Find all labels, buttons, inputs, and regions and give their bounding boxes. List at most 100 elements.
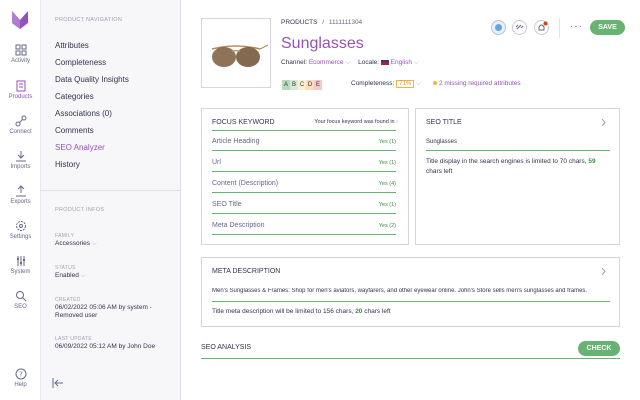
nav-activity[interactable]: Activity (0, 44, 41, 76)
nav-settings[interactable]: Settings (0, 220, 41, 252)
focus-row-result: Yes (4) (378, 181, 396, 187)
status-select[interactable]: Enabled ⌵ (55, 272, 173, 280)
nav-imports-label: Imports (10, 164, 31, 170)
locale-select[interactable]: English ⌵ (380, 59, 419, 66)
link-button[interactable] (512, 20, 527, 35)
seo-title-card: SEO TITLE Sunglasses Title display in th… (415, 108, 620, 245)
nav-products[interactable]: Products (0, 80, 41, 112)
seo-title-note-suffix: chars left (426, 168, 453, 175)
warning-dot-icon (433, 81, 437, 85)
locale-label: Locale: (358, 59, 380, 66)
seo-title-input[interactable]: Sunglasses (426, 139, 457, 145)
focus-row-label: Article Heading (212, 138, 260, 145)
grade-a: A (282, 80, 290, 90)
help-icon: ? (15, 368, 26, 380)
chevron-down-icon: ⌵ (91, 240, 97, 247)
sunglasses-image (211, 44, 269, 67)
family-select[interactable]: Accessories ⌵ (55, 240, 173, 248)
panel-link-categories[interactable]: Categories (55, 92, 94, 101)
save-button[interactable]: SAVE (590, 20, 625, 35)
seo-title-note-prefix: Title display in the search engines is l… (426, 158, 587, 165)
app-logo (12, 11, 28, 29)
focus-row-result: Yes (1) (378, 160, 396, 166)
focus-row: Content (Description) Yes (4) (212, 180, 396, 193)
nav-seo-label: SEO (14, 304, 27, 310)
nav-exports-label: Exports (10, 199, 31, 205)
export-icon (15, 185, 26, 197)
chevron-right-icon[interactable]: › (396, 119, 398, 125)
completeness-badge: 71% (396, 80, 415, 88)
missing-attributes-link[interactable]: 2 missing required attributes (433, 80, 521, 87)
chevron-right-icon[interactable] (600, 268, 607, 275)
channel-select[interactable]: Ecommerce ⌵ (309, 59, 350, 66)
chevron-right-icon[interactable] (600, 119, 607, 126)
quality-score-button[interactable] (491, 20, 506, 35)
seo-analysis-title: SEO ANALYSIS (201, 344, 252, 351)
meta-note-prefix: Title meta description will be limited t… (212, 308, 354, 315)
locale-value: English (390, 59, 413, 66)
grade-e: E (314, 80, 322, 90)
completeness-dropdown[interactable]: Completeness: 71% ⌵ (351, 80, 421, 88)
completeness-label: Completeness: (351, 80, 395, 87)
seo-analysis-divider (201, 358, 620, 359)
channel-label: Channel: (281, 59, 308, 66)
panel-link-comments[interactable]: Comments (55, 126, 94, 135)
chevron-down-icon: ⌵ (413, 59, 419, 66)
gear-icon (15, 221, 26, 231)
flag-icon (380, 59, 389, 65)
dashboard-icon (15, 44, 26, 56)
nav-settings-label: Settings (9, 234, 32, 240)
context-switcher: Channel: Ecommerce ⌵ Locale: English ⌵ (281, 59, 419, 67)
chevron-down-icon: ⌵ (80, 272, 86, 279)
panel-divider (41, 190, 181, 191)
channel-value: Ecommerce (308, 59, 344, 66)
panel-link-seo-analyzer[interactable]: SEO Analyzer (55, 143, 105, 152)
grade-d: D (306, 80, 314, 90)
notifications-button[interactable] (534, 20, 549, 35)
focus-row-label: Url (212, 159, 221, 166)
panel-link-history[interactable]: History (55, 160, 80, 169)
panel-link-attributes[interactable]: Attributes (55, 41, 89, 50)
created-value: 06/02/2022 05:06 AM by system - Removed … (55, 304, 152, 319)
breadcrumb-products[interactable]: PRODUCTS (281, 19, 317, 26)
nav-connect-label: Connect (9, 129, 32, 135)
seo-title-underline (426, 150, 610, 151)
header-divider (559, 18, 560, 38)
panel-link-completeness[interactable]: Completeness (55, 58, 106, 67)
product-image[interactable] (201, 18, 271, 88)
family-label: FAMILY (55, 233, 75, 239)
page-title: Sunglasses (281, 35, 364, 52)
focus-row: Meta Description Yes (2) (212, 222, 396, 235)
check-button[interactable]: CHECK (578, 341, 620, 356)
created-label: CREATED (55, 297, 81, 303)
nav-system[interactable]: System (0, 255, 41, 287)
nav-imports[interactable]: Imports (0, 150, 41, 182)
nav-help[interactable]: ? Help (0, 368, 41, 400)
brain-icon (495, 24, 502, 31)
status-value: Enabled (55, 272, 79, 279)
meta-description-note: Title meta description will be limited t… (212, 307, 610, 317)
product-infos-header: PRODUCT INFOS (55, 207, 105, 213)
panel-link-data-quality[interactable]: Data Quality Insights (55, 75, 129, 84)
nav-exports[interactable]: Exports (0, 185, 41, 217)
focus-divider (212, 130, 396, 131)
focus-row-result: Yes (1) (378, 139, 396, 145)
breadcrumb-id: 1111111304 (328, 19, 363, 26)
missing-attributes-text: 2 missing required attributes (439, 80, 521, 87)
nav-seo[interactable]: SEO (0, 290, 41, 322)
more-actions-button[interactable]: ··· (570, 21, 583, 32)
quality-grades: A B C D E (282, 80, 322, 90)
focus-found-text: Your focus keyword was found in › (314, 119, 398, 125)
last-update-label: LAST UPDATE (55, 336, 93, 342)
panel-link-associations[interactable]: Associations (0) (55, 109, 112, 118)
focus-keyword-title: FOCUS KEYWORD (212, 119, 275, 126)
nav-system-label: System (10, 269, 31, 275)
product-navigation-header: PRODUCT NAVIGATION (55, 17, 123, 23)
focus-row-label: Content (Description) (212, 180, 279, 187)
collapse-panel-icon[interactable] (51, 376, 65, 390)
products-icon (16, 80, 25, 92)
nav-connect[interactable]: Connect (0, 115, 41, 147)
breadcrumb: PRODUCTS / 1111111304 (281, 19, 362, 26)
meta-description-input[interactable]: Men's Sunglasses & Frames: Shop for men'… (212, 288, 610, 294)
grade-b: B (290, 80, 298, 90)
